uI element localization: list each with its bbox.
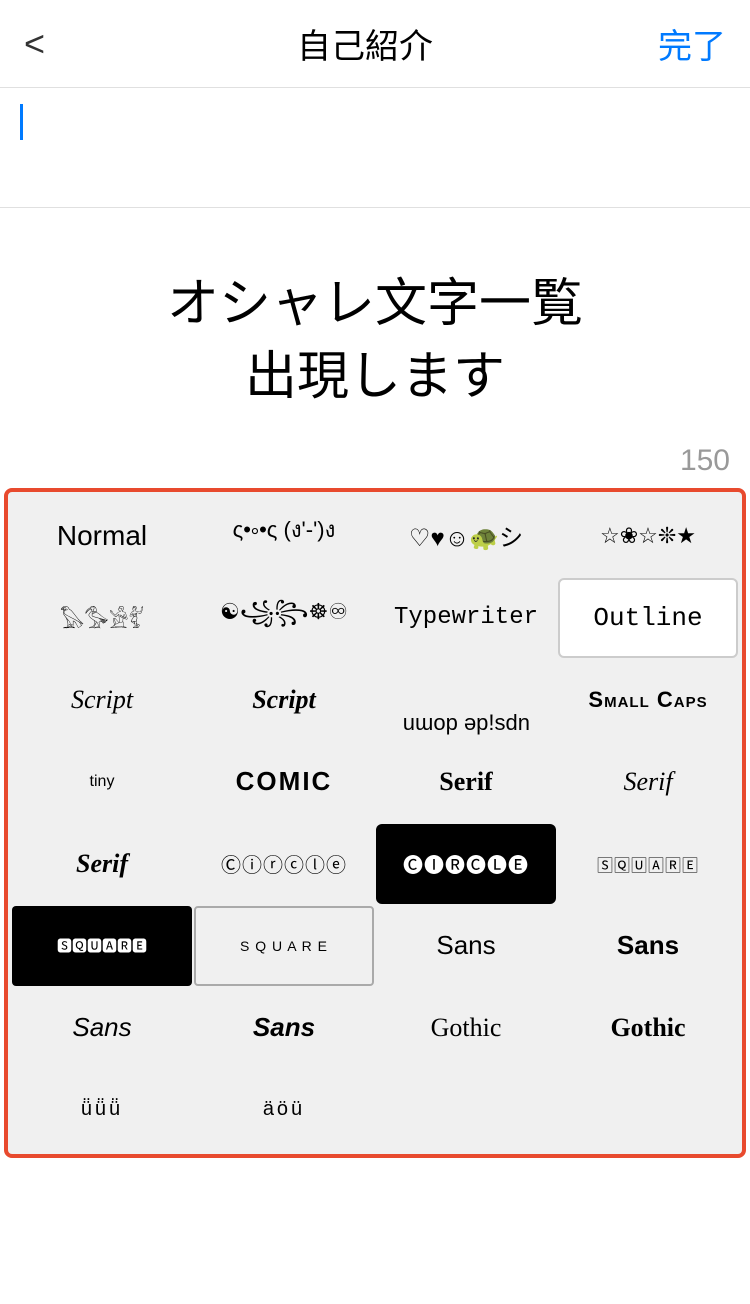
font-cell-gothic-bold[interactable]: Gothic (558, 988, 738, 1068)
back-button[interactable]: < (24, 23, 84, 65)
font-cell-dotted2[interactable]: äöü (194, 1070, 374, 1150)
font-cell-swirls[interactable]: ☯꧁꧂☸♾ (194, 578, 374, 658)
char-count: 150 (0, 434, 750, 488)
font-cell-gothic[interactable]: Gothic (376, 988, 556, 1068)
font-cell-serif-bold-italic[interactable]: Serif (12, 824, 192, 904)
font-cell-stars[interactable]: ☆❀☆❊★ (558, 496, 738, 576)
font-cell-circle-outline[interactable]: Ⓒⓘⓡⓒⓛⓔ (194, 824, 374, 904)
font-cell-script[interactable]: Script (12, 660, 192, 740)
prompt-line2: 出現します (245, 348, 505, 406)
font-cell-egypt[interactable]: 𓅃𓅜𓀀𓀤 (12, 578, 192, 658)
prompt-area: オシャレ文字一覧 出現します (0, 208, 750, 434)
prompt-line1: オシャレ文字一覧 (167, 275, 583, 333)
font-cell-tiny[interactable]: tiny (12, 742, 192, 822)
font-cell-square-filled[interactable]: 🆂🆀🆄🅰🆁🅴 (12, 906, 192, 986)
font-cell-circle-filled[interactable]: 🅒🅘🅡🅒🅛🅔 (376, 824, 556, 904)
page-title: 自己紹介 (84, 19, 646, 68)
font-cell-upsidedown[interactable]: uɯop ǝp!sdn (376, 660, 556, 740)
font-cell-smallcaps[interactable]: Small Caps (558, 660, 738, 740)
font-cell-sans-italic[interactable]: Sans (12, 988, 192, 1068)
text-cursor (20, 104, 23, 140)
font-cell-square-border[interactable]: 🅂🅀🅄🄰🅁🄴 (558, 824, 738, 904)
font-cell-sans-bold[interactable]: Sans (558, 906, 738, 986)
font-cell-outline[interactable]: Outline (558, 578, 738, 658)
font-cell-comic[interactable]: COMIC (194, 742, 374, 822)
font-cell-empty1 (376, 1070, 556, 1150)
font-cell-symbols1[interactable]: ς•༚•ς (ง'-')ง (194, 496, 374, 576)
font-cell-serif-bold[interactable]: Serif (376, 742, 556, 822)
font-cell-sans[interactable]: Sans (376, 906, 556, 986)
font-style-grid: Normal ς•༚•ς (ง'-')ง ♡♥☺🐢シ ☆❀☆❊★ 𓅃𓅜𓀀𓀤 ☯꧁… (12, 496, 738, 1150)
font-cell-hearts[interactable]: ♡♥☺🐢シ (376, 496, 556, 576)
font-style-grid-container: Normal ς•༚•ς (ง'-')ง ♡♥☺🐢シ ☆❀☆❊★ 𓅃𓅜𓀀𓀤 ☯꧁… (4, 488, 746, 1158)
font-cell-sans-bold-italic[interactable]: Sans (194, 988, 374, 1068)
font-cell-dotted1[interactable]: ü̈ü̈ü̈ (12, 1070, 192, 1150)
text-input-area[interactable] (0, 88, 750, 208)
font-cell-empty2 (558, 1070, 738, 1150)
navigation-bar: < 自己紹介 完了 (0, 0, 750, 88)
font-cell-normal[interactable]: Normal (12, 496, 192, 576)
font-cell-script-bold[interactable]: Script (194, 660, 374, 740)
font-cell-typewriter[interactable]: Typewriter (376, 578, 556, 658)
font-cell-serif-italic[interactable]: Serif (558, 742, 738, 822)
font-cell-square-outline[interactable]: S Q U A R E (194, 906, 374, 986)
done-button[interactable]: 完了 (646, 19, 726, 68)
prompt-message: オシャレ文字一覧 出現します (167, 268, 583, 414)
back-icon: < (24, 23, 45, 64)
